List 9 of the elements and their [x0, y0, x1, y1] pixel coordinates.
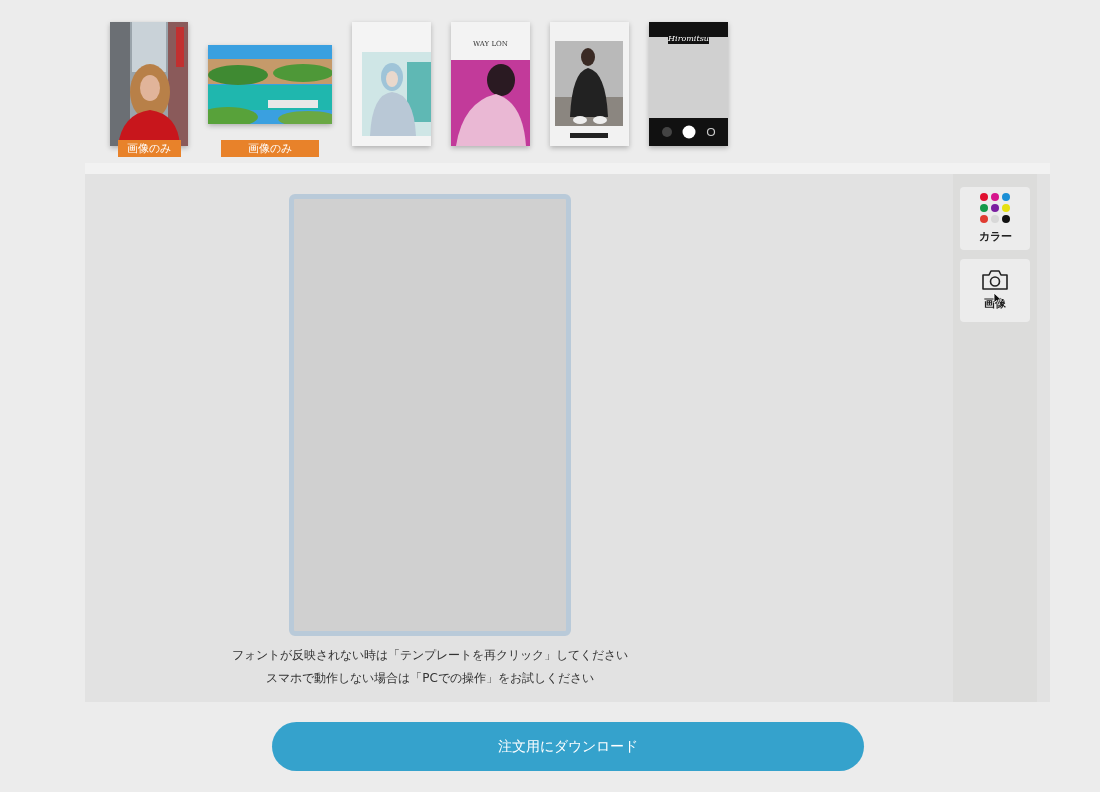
- badge-label: 画像のみ: [117, 140, 181, 157]
- template-card[interactable]: Hiromitsu: [649, 22, 728, 146]
- template-title: Hiromitsu: [668, 33, 709, 44]
- notice-text: フォントが反映されない時は「テンプレートを再クリック」してください: [232, 647, 628, 664]
- camera-icon: [981, 269, 1009, 291]
- tool-button[interactable]: カラー: [960, 187, 1030, 250]
- notice-text: スマホで動作しない場合は「PCでの操作」をお試しください: [266, 670, 594, 687]
- camera-controls-icon: [659, 125, 718, 139]
- badge-label: 画像のみ: [221, 140, 319, 157]
